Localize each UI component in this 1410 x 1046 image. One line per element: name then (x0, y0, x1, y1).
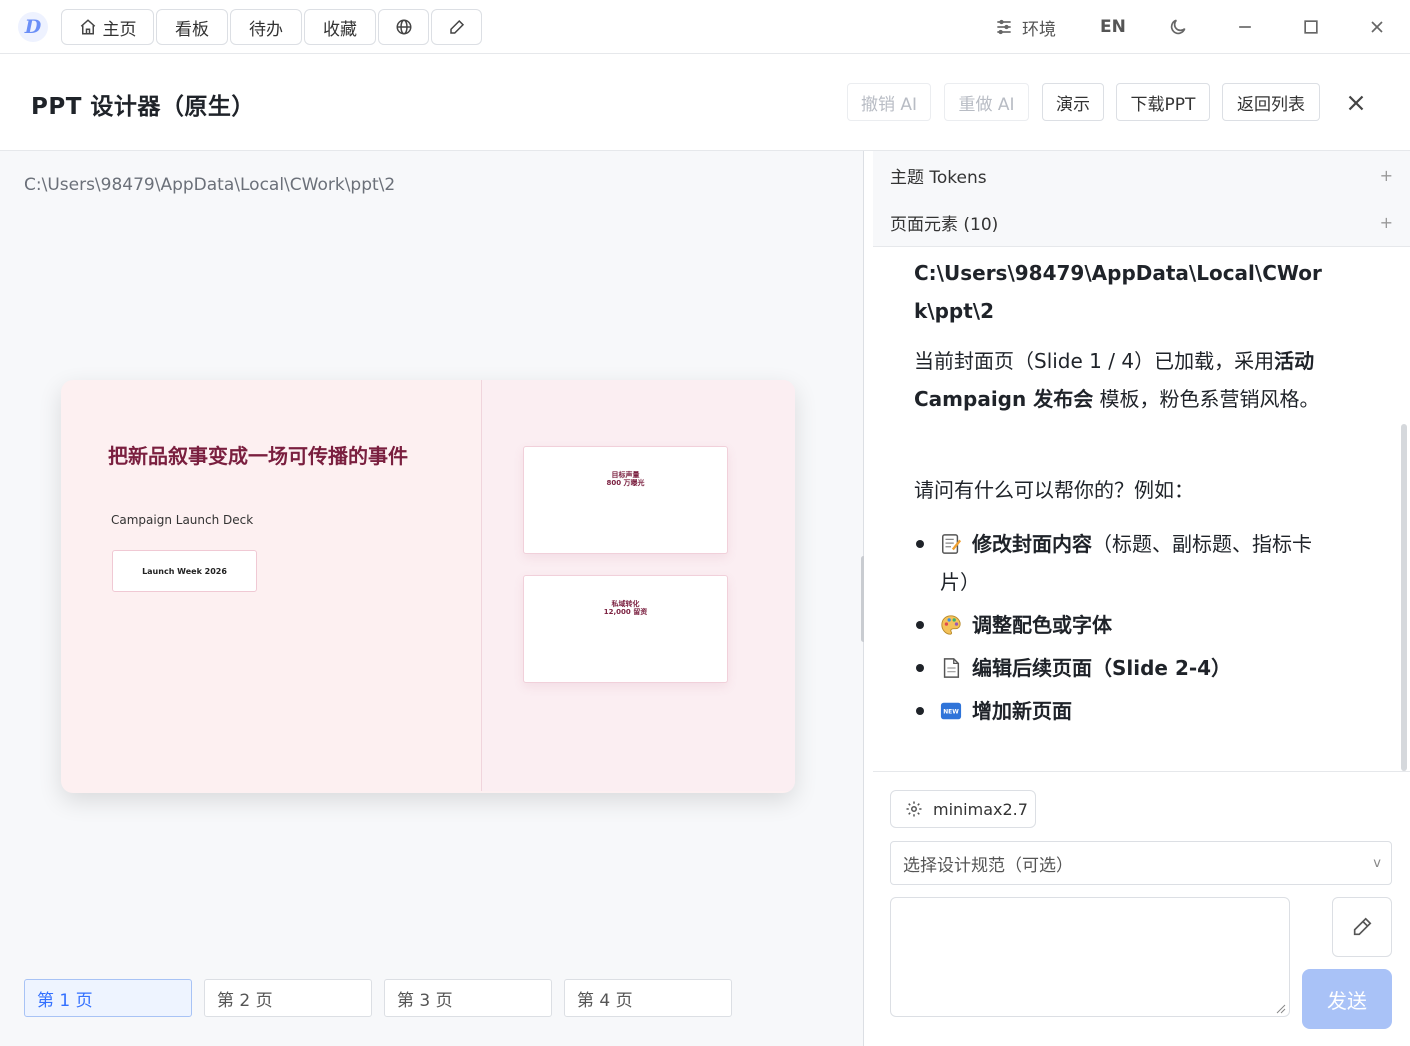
list-item: 编辑后续页面（Slide 2-4） (940, 649, 1330, 687)
chat-scrollbar[interactable] (1401, 424, 1407, 771)
slide-title[interactable]: 把新品叙事变成一场可传播的事件 (108, 444, 428, 469)
model-selector-button[interactable]: minimax2.7 (890, 790, 1036, 828)
metric-value: 12,000 留资 (603, 608, 648, 616)
maximize-button[interactable] (1301, 12, 1321, 42)
list-bullet (916, 664, 924, 672)
theme-tokens-accordion[interactable]: 主题 Tokens + (873, 151, 1410, 199)
download-ppt-button[interactable]: 下载PPT (1116, 83, 1210, 121)
svg-text:NEW: NEW (943, 708, 959, 715)
pencil-icon (449, 19, 464, 34)
nav-favorites-button[interactable]: 收藏 (304, 9, 376, 45)
theme-toggle[interactable] (1168, 12, 1188, 42)
home-icon (80, 19, 95, 35)
pencil-icon (1353, 917, 1372, 936)
present-button[interactable]: 演示 (1042, 83, 1104, 121)
globe-button[interactable] (378, 9, 429, 45)
chat-messages: C:\Users\98479\AppData\Local\CWork\ppt\2… (864, 249, 1410, 772)
page-tab-1[interactable]: 第 1 页 (24, 979, 192, 1017)
metric-card[interactable]: 私域转化 12,000 留资 (523, 575, 728, 683)
metric-label: 目标声量 (611, 471, 640, 479)
slide-subtitle[interactable]: Campaign Launch Deck (111, 513, 253, 527)
nav-todo-button[interactable]: 待办 (230, 9, 302, 45)
metric-value: 800 万曝光 (606, 479, 645, 487)
chat-paragraph: 当前封面页（Slide 1 / 4）已加载，采用活动 Campaign 发布会 … (914, 349, 1320, 411)
assistant-pane: 主题 Tokens + 页面元素 (10) + C:\Users\98479\A… (864, 151, 1410, 1046)
page-tab-2[interactable]: 第 2 页 (204, 979, 372, 1017)
close-icon (1371, 21, 1383, 33)
edit-button[interactable] (431, 9, 482, 45)
list-bullet (916, 540, 924, 548)
palette-icon (941, 615, 961, 635)
slide-badge[interactable]: Launch Week 2026 (112, 550, 257, 592)
chevron-down-icon: v (1373, 855, 1381, 871)
list-item: 修改封面内容（标题、副标题、指标卡片） (940, 532, 1312, 594)
slide-right-panel: 目标声量 800 万曝光 私域转化 12,000 留资 (481, 380, 795, 791)
redo-ai-button[interactable]: 重做 AI (944, 83, 1029, 121)
list-item: NEW 增加新页面 (940, 692, 1330, 730)
metric-card[interactable]: 目标声量 800 万曝光 (523, 446, 728, 554)
gear-icon (906, 801, 922, 817)
chat-input[interactable] (890, 897, 1290, 1017)
window-close-button[interactable] (1367, 12, 1387, 42)
expand-icon: + (1379, 213, 1393, 232)
environment-button[interactable]: 环境 (994, 12, 1056, 42)
back-to-list-button[interactable]: 返回列表 (1222, 83, 1320, 121)
list-bullet (916, 707, 924, 715)
new-icon: NEW (940, 702, 962, 720)
globe-icon (396, 19, 411, 35)
page-icon (943, 658, 960, 678)
list-item: 调整配色或字体 (940, 606, 1330, 644)
chat-file-path: C:\Users\98479\AppData\Local\CWork\ppt\2 (914, 261, 1322, 323)
page-tab-3[interactable]: 第 3 页 (384, 979, 552, 1017)
memo-icon (942, 534, 962, 554)
minimize-icon (1239, 26, 1251, 28)
page-elements-accordion[interactable]: 页面元素 (10) + (873, 199, 1410, 247)
page-title: PPT 设计器（原生） (31, 94, 255, 120)
resize-grip-icon[interactable] (1274, 1002, 1286, 1014)
chat-question: 请问有什么可以帮你的？例如： (914, 478, 1194, 502)
sliders-icon (997, 19, 1011, 35)
language-toggle[interactable]: EN (1100, 12, 1126, 42)
slide-preview[interactable]: 把新品叙事变成一场可传播的事件 Campaign Launch Deck Lau… (61, 380, 795, 793)
close-designer-icon[interactable] (1343, 90, 1369, 116)
metric-label: 私域转化 (611, 600, 640, 608)
pen-button[interactable] (1332, 897, 1392, 957)
nav-board-button[interactable]: 看板 (156, 9, 228, 45)
minimize-button[interactable] (1235, 12, 1255, 42)
nav-home-button[interactable]: 主页 (61, 9, 154, 45)
design-spec-select[interactable]: 选择设计规范（可选） v (890, 841, 1392, 885)
canvas-pane: C:\Users\98479\AppData\Local\CWork\ppt\2… (0, 151, 863, 1046)
send-button[interactable]: 发送 (1302, 969, 1392, 1029)
page-tab-4[interactable]: 第 4 页 (564, 979, 732, 1017)
maximize-icon (1304, 20, 1318, 34)
top-bar: D 主页 看板 待办 收藏 环境 EN (0, 0, 1410, 54)
undo-ai-button[interactable]: 撤销 AI (847, 83, 931, 121)
expand-icon: + (1379, 165, 1393, 185)
app-logo: D (18, 12, 48, 42)
chat-separator (873, 771, 1410, 772)
moon-icon (1170, 19, 1186, 35)
designer-header: PPT 设计器（原生） 撤销 AI 重做 AI 演示 下载PPT 返回列表 (0, 54, 1410, 151)
file-path: C:\Users\98479\AppData\Local\CWork\ppt\2 (24, 175, 396, 195)
list-bullet (916, 621, 924, 629)
